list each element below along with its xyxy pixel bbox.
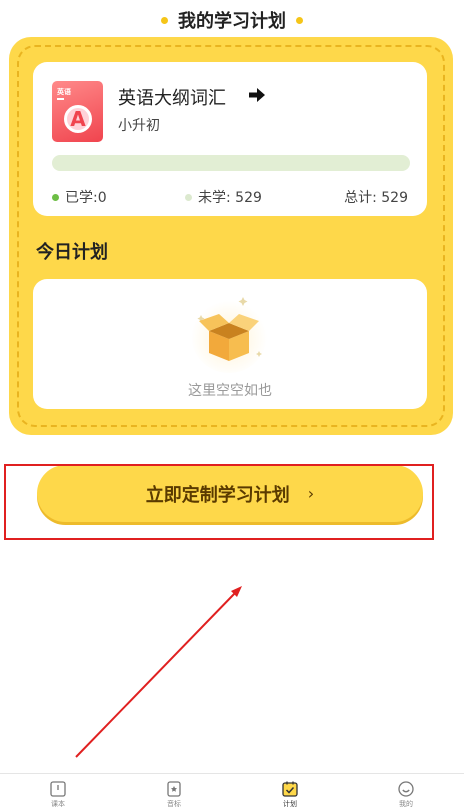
phonetic-icon	[167, 781, 181, 797]
tab-plan[interactable]: 计划	[232, 774, 348, 810]
cover-text: 英语	[57, 88, 71, 96]
stat-unlearned: 未学: 529	[185, 187, 262, 207]
calendar-check-icon	[282, 781, 298, 797]
empty-box-icon	[191, 297, 267, 373]
annotation-highlight-box	[4, 464, 434, 540]
page-title: 我的学习计划	[178, 11, 286, 32]
tab-mine[interactable]: 我的	[348, 774, 464, 810]
page-header: 我的学习计划	[0, 6, 464, 34]
switch-book-arrow-icon[interactable]	[248, 87, 266, 103]
today-plan-card: 这里空空如也	[33, 279, 427, 409]
tab-phonetics[interactable]: 音标	[116, 774, 232, 810]
tab-textbook[interactable]: 课本	[0, 774, 116, 810]
header-dot-right	[296, 16, 303, 24]
book-level: 小升初	[118, 118, 160, 134]
tab-label: 我的	[399, 800, 413, 808]
book-title[interactable]: 英语大纲词汇	[118, 84, 226, 110]
tab-label: 计划	[283, 800, 297, 808]
tab-label: 音标	[167, 800, 181, 808]
unlearned-count: 未学: 529	[198, 190, 262, 206]
cover-line	[57, 98, 64, 100]
learned-dot	[52, 193, 59, 201]
stat-learned: 已学:0	[52, 187, 107, 207]
empty-state-text: 这里空空如也	[188, 383, 272, 399]
book-icon	[50, 781, 66, 797]
header-dot-left	[161, 16, 168, 24]
bottom-tab-bar: 课本 音标 计划 我的	[0, 773, 464, 810]
unlearned-dot	[185, 193, 192, 201]
cover-letter: A	[64, 105, 92, 133]
total-count: 总计: 529	[344, 190, 408, 206]
learned-count: 已学:0	[65, 190, 107, 206]
book-card[interactable]: 英语 A 英语大纲词汇 小升初 已学:0 未学: 529 总计: 529	[33, 62, 427, 216]
book-cover: 英语 A	[52, 81, 103, 142]
tab-label: 课本	[51, 800, 65, 808]
smile-icon	[398, 781, 414, 797]
today-plan-title: 今日计划	[36, 242, 108, 263]
stat-total: 总计: 529	[344, 187, 408, 207]
progress-bar	[52, 155, 410, 171]
